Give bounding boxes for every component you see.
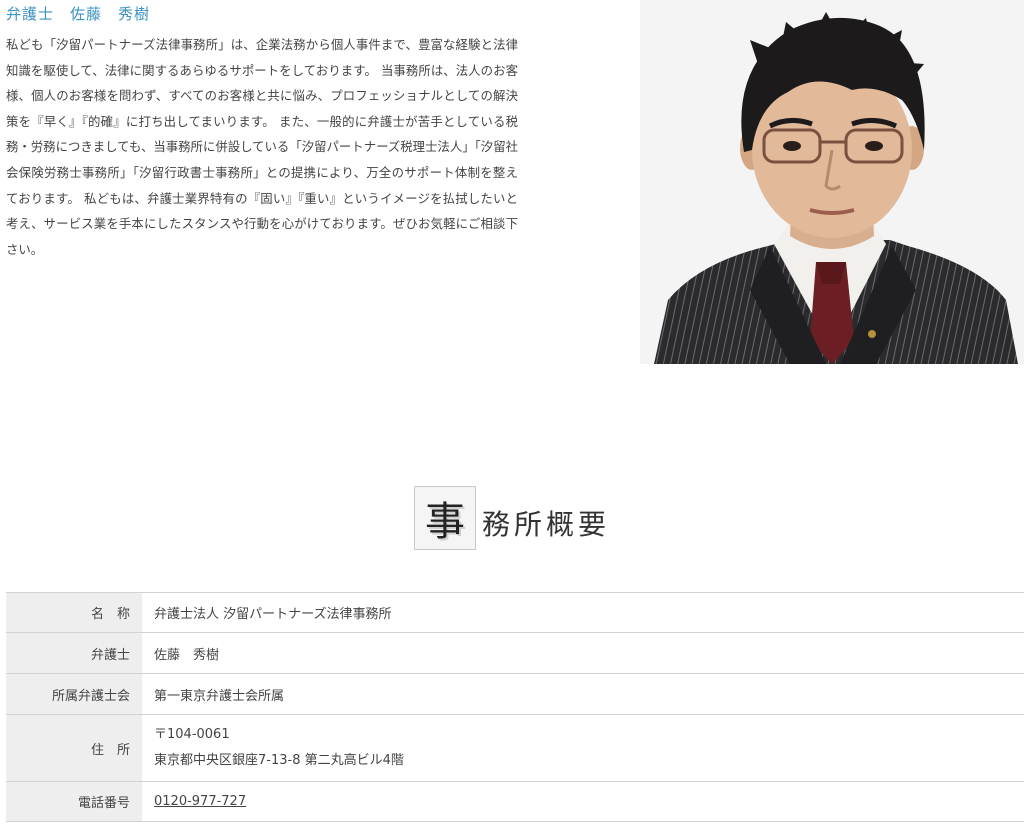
table-row: 住 所 〒104-0061 東京都中央区銀座7-13-8 第二丸高ビル4階 [6,714,1024,782]
row-label: 所属弁護士会 [6,673,142,715]
phone-cell: 0120-977-727 [142,782,1024,822]
address-cell: 〒104-0061 東京都中央区銀座7-13-8 第二丸高ビル4階 [142,715,1024,782]
row-label: 名 称 [6,592,142,633]
heading-rest: 務所概要 [481,508,610,541]
row-label: 電話番号 [6,781,142,822]
office-overview-table: 名 称 弁護士法人 汐留パートナーズ法律事務所 弁護士 佐藤 秀樹 所属弁護士会… [6,592,1024,822]
row-value: 第一東京弁護士会所属 [154,688,285,704]
table-row: 所属弁護士会 第一東京弁護士会所属 [6,673,1024,715]
phone-link[interactable]: 0120-977-727 [154,794,246,809]
lawyer-name: 弁護士 佐藤 秀樹 [6,5,151,23]
table-row: 電話番号 0120-977-727 [6,781,1024,822]
intro-text: 私ども「汐留パートナーズ法律事務所」は、企業法務から個人事件まで、豊富な経験と法… [6,37,518,257]
row-value: 佐藤 秀樹 [154,647,220,663]
row-label: 弁護士 [6,632,142,674]
row-value: 弁護士法人 汐留パートナーズ法律事務所 [154,607,392,622]
table-row: 名 称 弁護士法人 汐留パートナーズ法律事務所 [6,592,1024,633]
postal-code: 〒104-0061 [154,727,230,742]
heading-first-char: 事 [413,486,476,550]
street-address: 東京都中央区銀座7-13-8 第二丸高ビル4階 [154,753,404,768]
section-heading: 事 務所概要 [0,484,1024,552]
table-row: 弁護士 佐藤 秀樹 [6,632,1024,674]
lawyer-portrait [640,0,1024,364]
row-label: 住 所 [6,714,142,782]
